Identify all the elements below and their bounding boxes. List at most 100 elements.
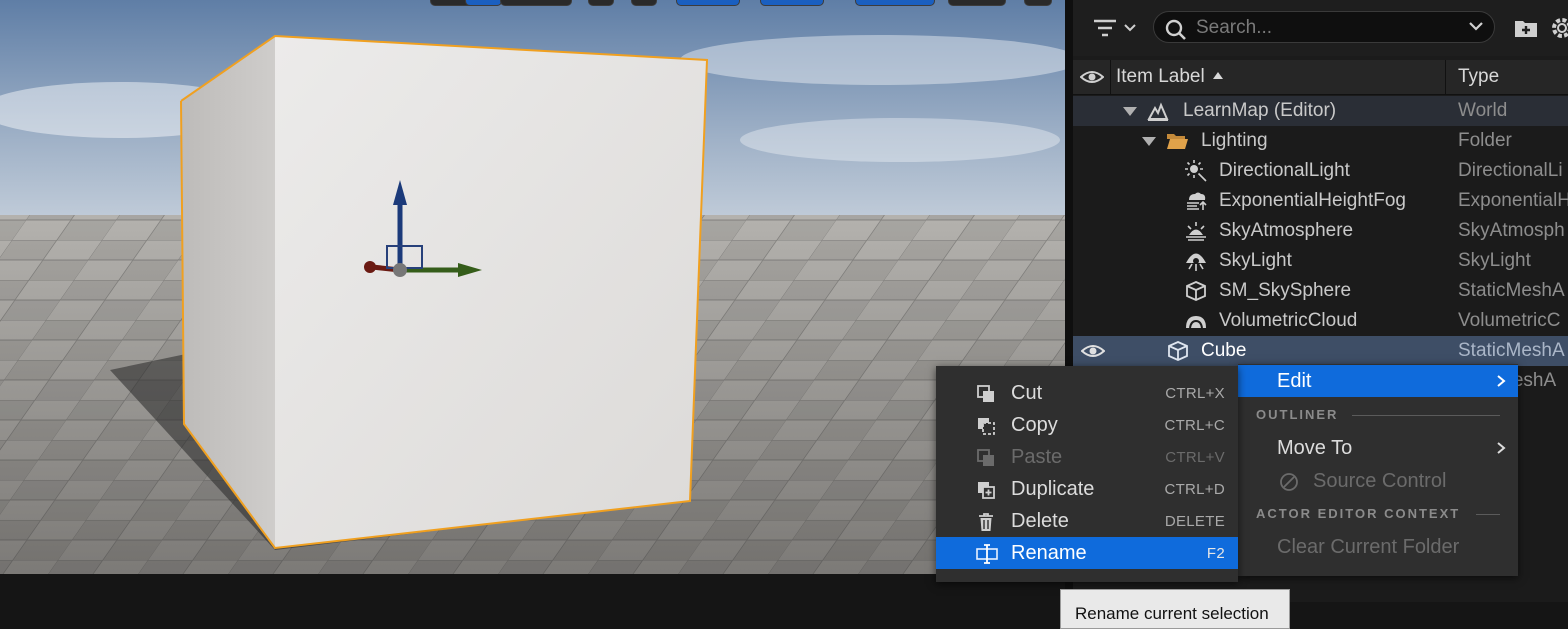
menu-item-source-control[interactable]: Source Control	[1238, 465, 1518, 497]
item-label-column[interactable]: Item Label	[1116, 66, 1223, 88]
edit-submenu: Cut CTRL+X Copy CTRL+C Paste CTRL+V Dupl…	[936, 366, 1238, 582]
viewport-toolbar-button[interactable]	[588, 0, 614, 6]
viewport-toolbar-button[interactable]	[500, 0, 572, 6]
chevron-down-icon[interactable]	[1468, 20, 1484, 32]
outliner-row-actor[interactable]: DirectionalLight DirectionalLi	[1073, 156, 1568, 186]
type-column[interactable]: Type	[1458, 66, 1499, 88]
search-icon	[1165, 19, 1186, 40]
sky-atmosphere-icon	[1186, 222, 1206, 241]
shortcut-label: CTRL+X	[1165, 385, 1225, 402]
world-icon	[1147, 102, 1169, 121]
shortcut-label: CTRL+C	[1164, 417, 1225, 434]
eye-icon[interactable]	[1081, 343, 1105, 359]
menu-section-outliner: OUTLINER	[1256, 407, 1500, 423]
search-input[interactable]	[1194, 15, 1458, 41]
paste-icon	[977, 449, 994, 466]
sky-light-icon	[1186, 253, 1206, 271]
viewport-toolbar-button[interactable]	[676, 0, 740, 6]
menu-item-label: Clear Current Folder	[1277, 536, 1460, 558]
outliner-row-actor[interactable]: VolumetricCloud VolumetricC	[1073, 306, 1568, 336]
menu-item-duplicate[interactable]: Duplicate CTRL+D	[936, 473, 1238, 505]
menu-item-clear-current-folder[interactable]: Clear Current Folder	[1238, 531, 1518, 563]
shortcut-label: CTRL+D	[1164, 481, 1225, 498]
viewport-toolbar-button[interactable]	[760, 0, 824, 6]
level-viewport[interactable]	[0, 0, 1065, 574]
sort-ascending-icon	[1212, 72, 1223, 79]
outliner-row-actor[interactable]: SkyLight SkyLight	[1073, 246, 1568, 276]
menu-item-rename[interactable]: Rename F2	[936, 537, 1238, 569]
menu-item-delete[interactable]: Delete DELETE	[936, 505, 1238, 537]
viewport-toolbar-button[interactable]	[948, 0, 1006, 6]
row-label: DirectionalLight	[1219, 160, 1350, 181]
row-label: SkyAtmosphere	[1219, 220, 1354, 241]
static-mesh-icon	[1186, 281, 1206, 301]
column-divider[interactable]	[1445, 60, 1446, 94]
menu-item-move-to[interactable]: Move To	[1238, 432, 1518, 464]
rename-icon	[976, 544, 998, 564]
section-title: ACTOR EDITOR CONTEXT	[1256, 506, 1461, 521]
row-label: SkyLight	[1219, 250, 1292, 271]
copy-icon	[978, 418, 995, 435]
viewport-toolbar-button[interactable]	[631, 0, 657, 6]
row-type: VolumetricC	[1458, 310, 1561, 331]
menu-item-cut[interactable]: Cut CTRL+X	[936, 377, 1238, 409]
outliner-row-actor[interactable]: SM_SkySphere StaticMeshA	[1073, 276, 1568, 306]
expand-arrow-icon[interactable]	[1123, 107, 1137, 116]
menu-item-label: Rename	[1011, 542, 1087, 564]
chevron-right-icon	[1497, 375, 1506, 387]
section-divider	[1352, 415, 1500, 416]
row-type: SkyLight	[1458, 250, 1531, 271]
outliner-row-actor[interactable]: ExponentialHeightFog ExponentialH	[1073, 186, 1568, 216]
static-mesh-icon	[1168, 341, 1188, 361]
viewport-toolbar-button[interactable]	[1024, 0, 1052, 6]
row-label: Lighting	[1201, 130, 1268, 151]
menu-item-label: Move To	[1277, 437, 1353, 459]
height-fog-icon	[1187, 192, 1207, 210]
menu-item-label: Duplicate	[1011, 478, 1095, 500]
menu-item-edit[interactable]: Edit	[1238, 365, 1518, 397]
visibility-column[interactable]	[1073, 60, 1111, 94]
expand-arrow-icon[interactable]	[1142, 137, 1156, 146]
outliner-toolbar	[1073, 0, 1568, 56]
row-type: World	[1458, 100, 1508, 121]
menu-item-copy[interactable]: Copy CTRL+C	[936, 409, 1238, 441]
row-type: StaticMeshA	[1458, 340, 1565, 361]
viewport-toolbar-button[interactable]	[855, 0, 935, 6]
menu-item-label: Cut	[1011, 382, 1043, 404]
menu-item-label: Source Control	[1313, 470, 1447, 492]
menu-item-label: Paste	[1011, 446, 1063, 468]
row-type: StaticMeshA	[1458, 280, 1565, 301]
viewport-toolbar-button[interactable]	[465, 0, 502, 6]
section-divider	[1476, 514, 1500, 515]
shortcut-label: F2	[1206, 545, 1225, 562]
section-title: OUTLINER	[1256, 407, 1339, 422]
row-type: Folder	[1458, 130, 1512, 151]
source-control-icon	[1280, 473, 1298, 491]
shortcut-label: CTRL+V	[1165, 449, 1225, 466]
outliner-row-actor[interactable]: SkyAtmosphere SkyAtmosph	[1073, 216, 1568, 246]
row-label: ExponentialHeightFog	[1219, 190, 1406, 211]
volumetric-cloud-icon	[1186, 316, 1206, 329]
filter-button[interactable]	[1093, 14, 1143, 42]
duplicate-icon	[978, 482, 995, 499]
filter-icon	[1094, 19, 1116, 37]
outliner-row-selected[interactable]: Cube StaticMeshA	[1073, 336, 1568, 366]
outliner-context-menu: Edit OUTLINER Move To Source Control ACT…	[1238, 364, 1518, 576]
rename-tooltip: Rename current selection	[1060, 589, 1290, 629]
cut-icon	[977, 385, 994, 402]
search-box[interactable]	[1153, 11, 1495, 43]
menu-section-actor-editor-context: ACTOR EDITOR CONTEXT	[1256, 506, 1500, 522]
item-label-column-title: Item Label	[1116, 66, 1205, 87]
shortcut-label: DELETE	[1164, 513, 1225, 530]
gear-icon[interactable]	[1549, 15, 1568, 41]
outliner-row-world[interactable]: LearnMap (Editor) World	[1073, 96, 1568, 126]
menu-item-label: Delete	[1011, 510, 1069, 532]
row-label: SM_SkySphere	[1219, 280, 1352, 301]
viewport-scene[interactable]	[0, 0, 1065, 574]
add-folder-icon[interactable]	[1513, 15, 1539, 41]
outliner-column-header: Item Label Type	[1073, 60, 1568, 95]
folder-open-icon	[1167, 134, 1188, 149]
row-type: DirectionalLi	[1458, 160, 1563, 181]
menu-item-paste[interactable]: Paste CTRL+V	[936, 441, 1238, 473]
outliner-row-folder[interactable]: Lighting Folder	[1073, 126, 1568, 156]
